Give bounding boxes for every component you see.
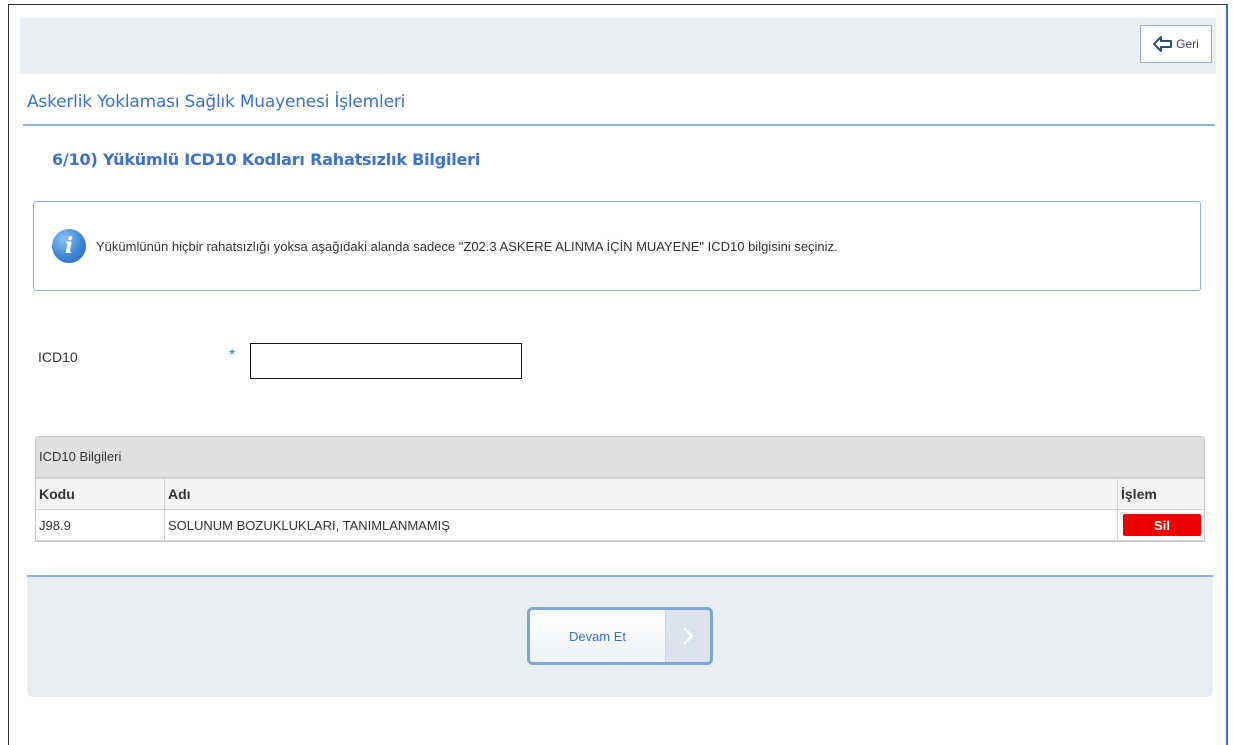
column-header-action: İşlem: [1117, 478, 1204, 510]
icd10-field-label: ICD10: [38, 349, 78, 365]
required-indicator: *: [229, 347, 236, 364]
icd10-input[interactable]: [250, 343, 522, 379]
column-header-name[interactable]: Adı: [164, 478, 1118, 510]
cell-name: SOLUNUM BOZUKLUKLARI, TANIMLANMAMIŞ: [164, 509, 1118, 541]
grid-caption: ICD10 Bilgileri: [36, 437, 1204, 478]
cell-code: J98.9: [36, 509, 165, 541]
continue-button[interactable]: Devam Et: [527, 607, 713, 665]
title-divider: [23, 124, 1215, 126]
continue-button-label: Devam Et: [530, 610, 665, 662]
back-button-label: Geri: [1176, 37, 1199, 51]
info-message-text: Yükümlünün hiçbir rahatsızlığı yoksa aşa…: [96, 238, 838, 254]
info-message-box: i Yükümlünün hiçbir rahatsızlığı yoksa a…: [33, 201, 1201, 291]
page-title: Askerlik Yoklaması Sağlık Muayenesi İşle…: [27, 92, 406, 112]
step-title: 6/10) Yükümlü ICD10 Kodları Rahatsızlık …: [52, 150, 481, 169]
table-header-row: Kodu Adı İşlem: [36, 478, 1204, 510]
column-header-code[interactable]: Kodu: [36, 478, 165, 510]
icd10-grid: ICD10 Bilgileri Kodu Adı İşlem J98.9 SOL…: [35, 436, 1205, 542]
back-button[interactable]: Geri: [1140, 25, 1212, 63]
delete-button[interactable]: Sil: [1123, 514, 1201, 536]
cell-action: Sil: [1117, 509, 1204, 541]
info-icon: i: [52, 229, 86, 263]
top-toolbar: Geri: [20, 18, 1216, 74]
table-row[interactable]: J98.9 SOLUNUM BOZUKLUKLARI, TANIMLANMAMI…: [36, 509, 1204, 541]
back-arrow-icon: [1153, 36, 1173, 52]
chevron-right-icon: [665, 610, 710, 662]
icd10-table: Kodu Adı İşlem J98.9 SOLUNUM BOZUKLUKLAR…: [36, 478, 1204, 541]
